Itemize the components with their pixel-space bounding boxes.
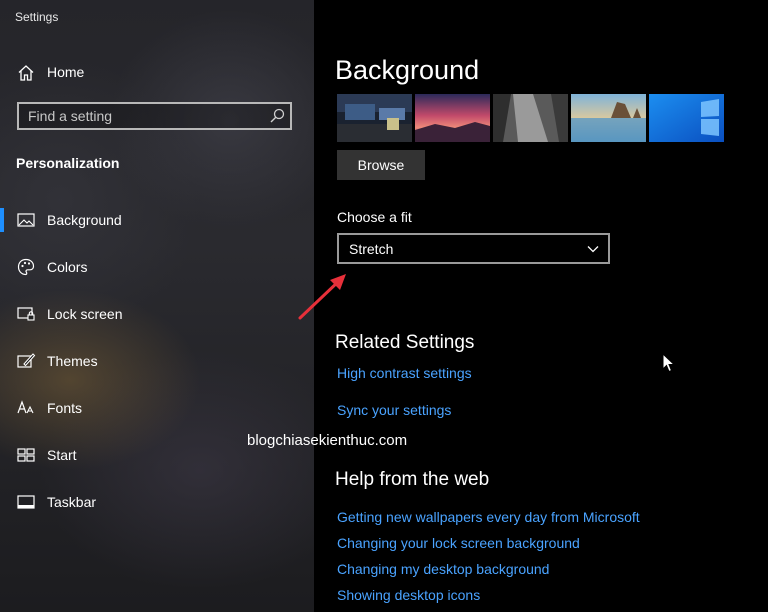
- choose-fit-label: Choose a fit: [337, 209, 412, 225]
- sidebar-item-colors[interactable]: Colors: [0, 247, 314, 287]
- search-box[interactable]: [17, 102, 292, 130]
- sidebar: Settings Home Personalization Background…: [0, 0, 314, 612]
- chevron-down-icon: [587, 246, 599, 253]
- home-label: Home: [47, 64, 85, 80]
- annotation-arrow-icon: [298, 274, 346, 320]
- sync-settings-link[interactable]: Sync your settings: [337, 402, 451, 418]
- help-link-desktop-icons[interactable]: Showing desktop icons: [337, 587, 480, 603]
- sidebar-item-label: Colors: [47, 259, 88, 275]
- home-nav-item[interactable]: Home: [0, 58, 314, 88]
- search-icon[interactable]: [268, 107, 286, 125]
- sidebar-item-background[interactable]: Background: [0, 200, 314, 240]
- sidebar-item-label: Background: [47, 212, 122, 228]
- wallpaper-thumbnail-3[interactable]: [493, 94, 568, 142]
- wallpaper-thumbnail-1[interactable]: [337, 94, 412, 142]
- taskbar-icon: [17, 495, 35, 509]
- wallpaper-thumbnail-5[interactable]: [649, 94, 724, 142]
- recent-images: [337, 94, 727, 142]
- sidebar-item-label: Themes: [47, 353, 98, 369]
- high-contrast-settings-link[interactable]: High contrast settings: [337, 365, 472, 381]
- choose-fit-dropdown[interactable]: Stretch: [337, 233, 610, 264]
- themes-icon: [17, 353, 36, 368]
- help-from-web-title: Help from the web: [335, 469, 490, 490]
- palette-icon: [17, 258, 35, 276]
- related-settings-title: Related Settings: [335, 332, 475, 353]
- watermark-text: blogchiasekienthuc.com: [247, 432, 408, 449]
- page-title: Background: [335, 55, 480, 85]
- sidebar-item-label: Lock screen: [47, 306, 123, 322]
- section-title-personalization: Personalization: [16, 155, 120, 171]
- search-input[interactable]: [19, 104, 259, 128]
- lock-screen-icon: [17, 307, 35, 321]
- sidebar-item-taskbar[interactable]: Taskbar: [0, 482, 314, 522]
- help-link-wallpapers[interactable]: Getting new wallpapers every day from Mi…: [337, 509, 640, 525]
- browse-button[interactable]: Browse: [337, 150, 425, 180]
- help-link-lock-screen[interactable]: Changing your lock screen background: [337, 535, 580, 551]
- sidebar-item-fonts[interactable]: Fonts: [0, 388, 314, 428]
- sidebar-item-label: Fonts: [47, 400, 83, 416]
- home-icon: [18, 65, 34, 81]
- wallpaper-thumbnail-2[interactable]: [415, 94, 490, 142]
- picture-icon: [17, 213, 35, 227]
- main-content: Background Browse Choose a fit Stretch R…: [314, 0, 768, 612]
- sidebar-item-label: Taskbar: [47, 494, 97, 510]
- mouse-cursor-icon: [662, 353, 676, 373]
- fonts-icon: [17, 400, 34, 414]
- wallpaper-thumbnail-4[interactable]: [571, 94, 646, 142]
- help-link-desktop-background[interactable]: Changing my desktop background: [337, 561, 549, 577]
- sidebar-item-lock-screen[interactable]: Lock screen: [0, 294, 314, 334]
- choose-fit-value: Stretch: [349, 241, 394, 257]
- app-title: Settings: [15, 10, 59, 24]
- selection-indicator: [0, 208, 4, 232]
- sidebar-item-label: Start: [47, 447, 77, 463]
- start-icon: [17, 448, 35, 462]
- sidebar-item-themes[interactable]: Themes: [0, 341, 314, 381]
